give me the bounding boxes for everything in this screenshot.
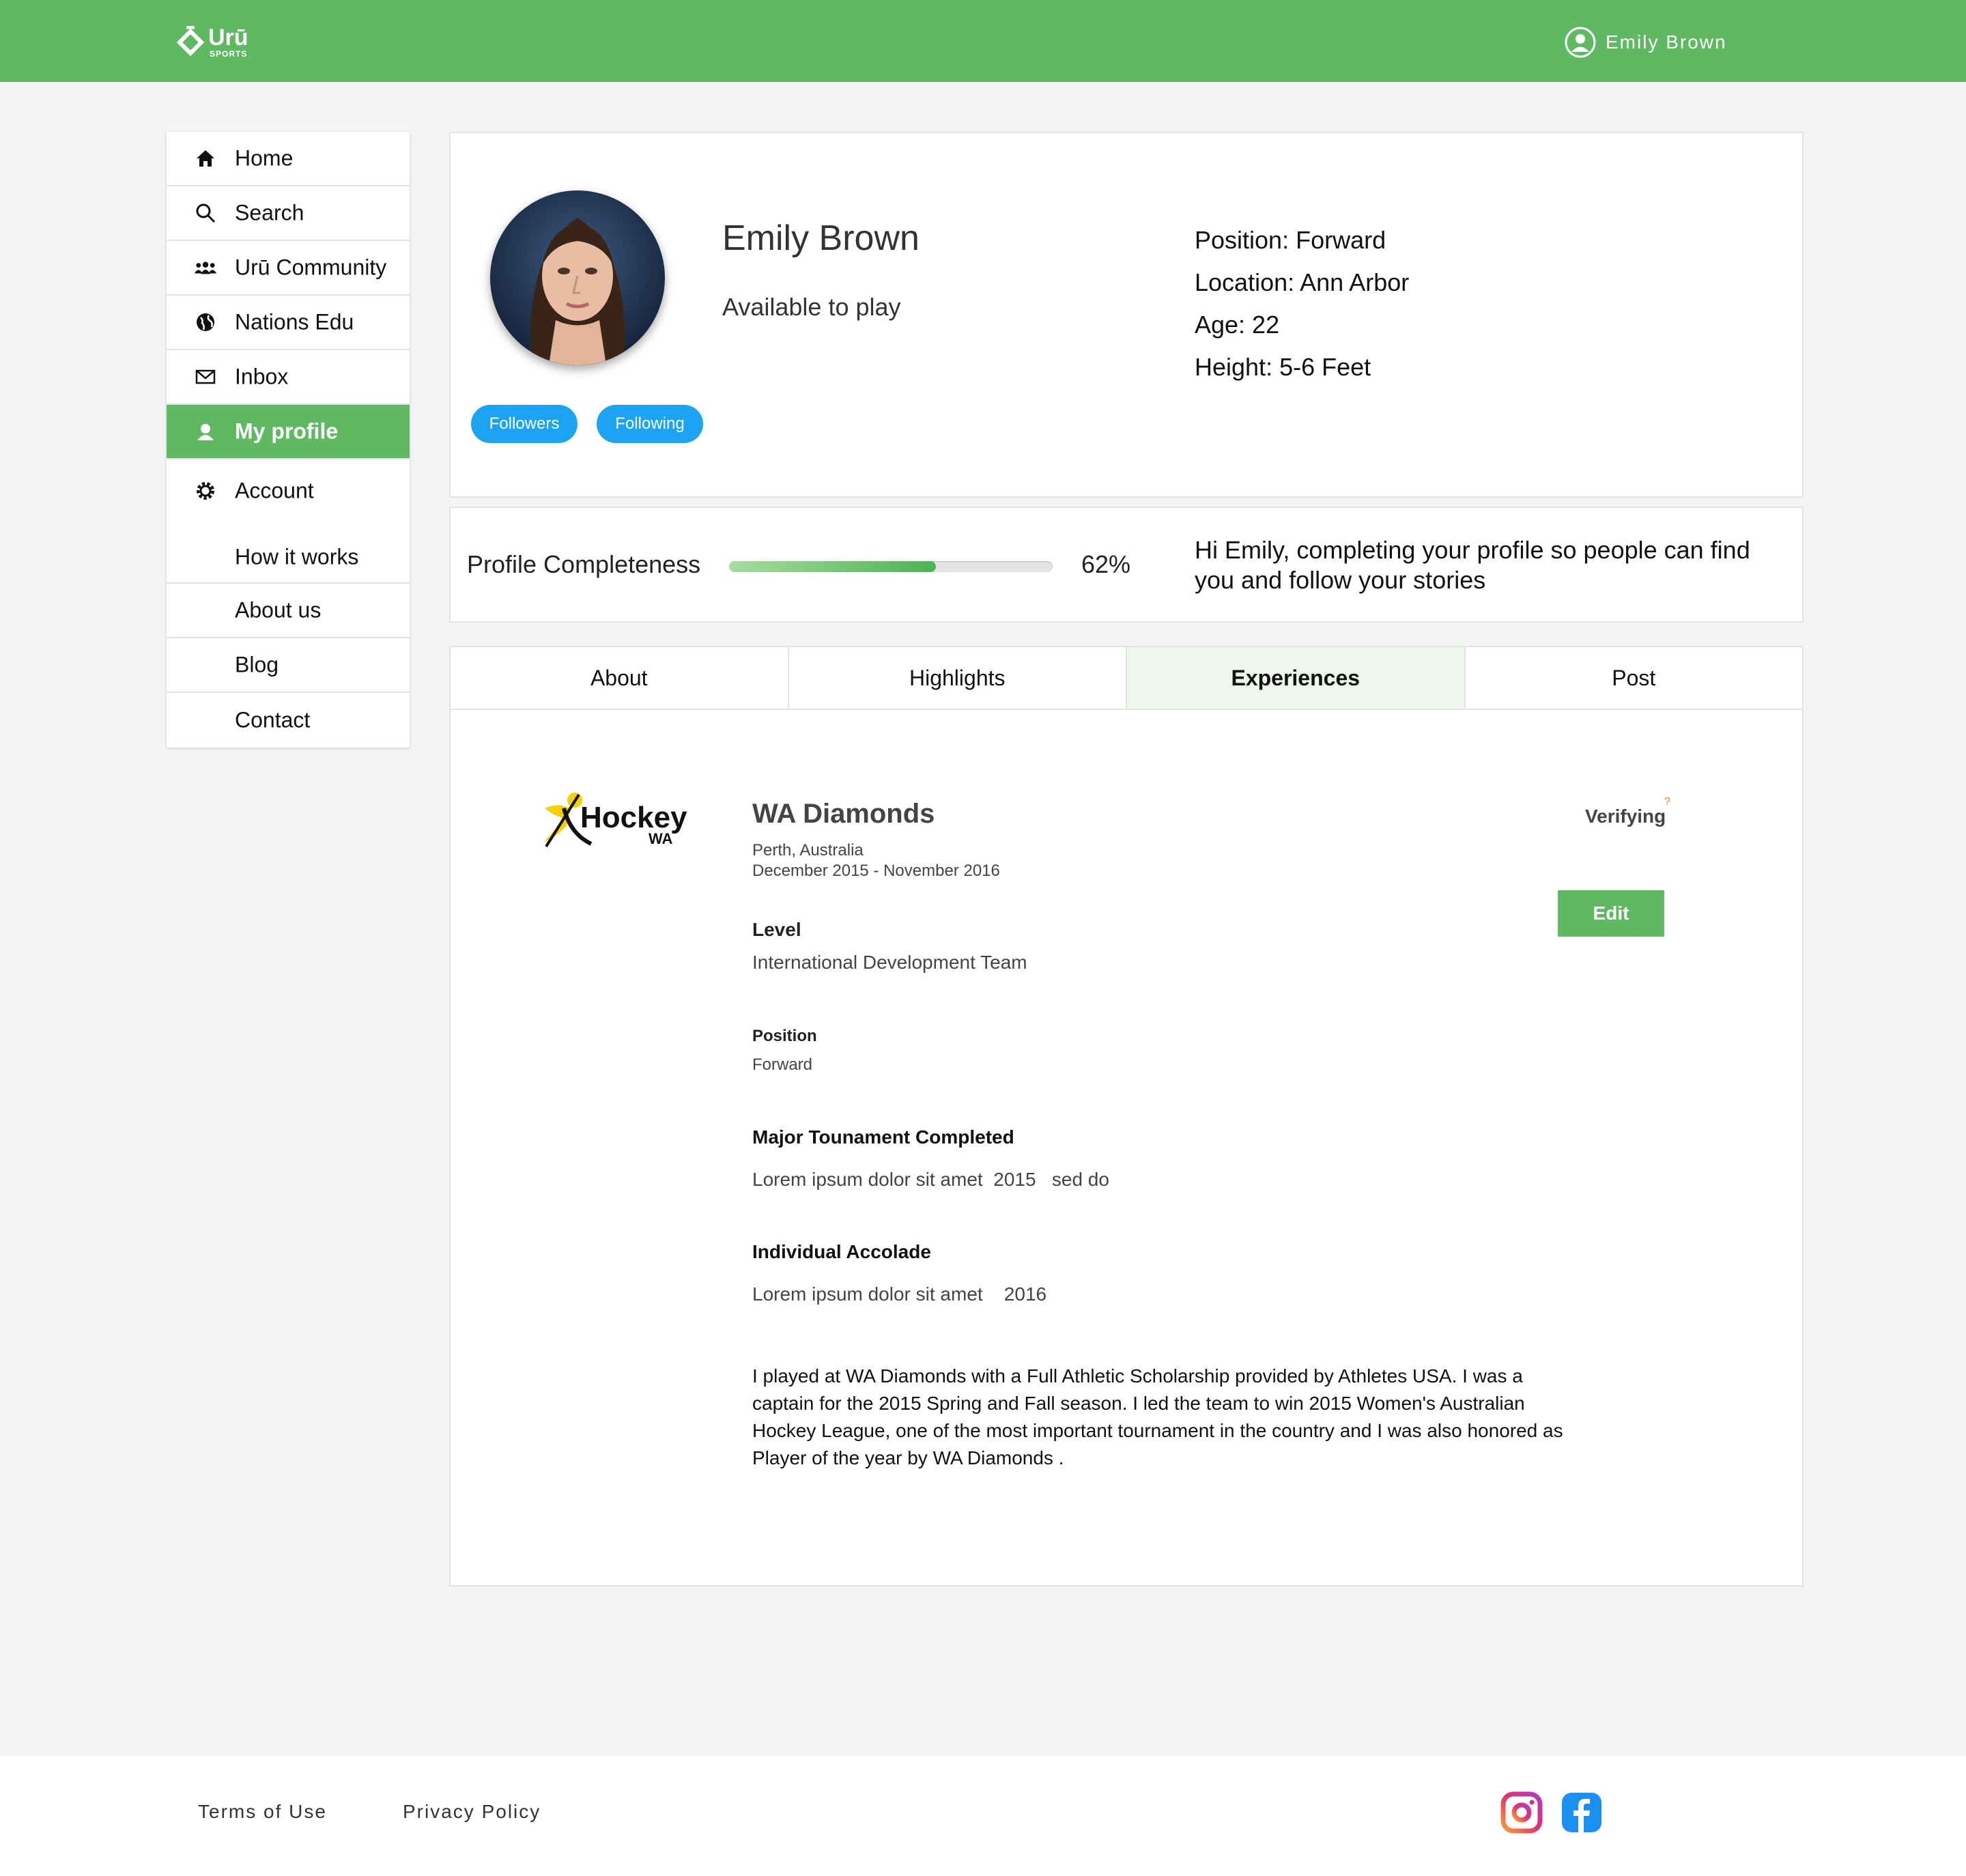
home-icon: [194, 147, 217, 170]
profile-info: Position: Forward Location: Ann Arbor Ag…: [1195, 219, 1409, 388]
accolade-value: Lorem ipsum dolor sit amet 2016: [752, 1283, 1047, 1305]
sidebar-item-my-profile[interactable]: My profile: [167, 405, 410, 459]
profile-photo: [490, 190, 665, 365]
sidebar-item-label: My profile: [235, 418, 339, 444]
verification-status: Verifying: [1585, 806, 1666, 827]
community-icon: [194, 256, 217, 279]
user-icon: [194, 420, 217, 443]
sidebar-item-home[interactable]: Home: [167, 132, 410, 186]
uru-sports-logo[interactable]: Urū SPORTS: [174, 23, 256, 61]
hockey-wa-logo: Hockey WA: [539, 781, 696, 856]
tournament-value: Lorem ipsum dolor sit amet 2015 sed do: [752, 1169, 1109, 1190]
sidebar-item-label: Account: [235, 478, 314, 503]
sidebar-item-label: Inbox: [235, 364, 289, 389]
experience-team-name: WA Diamonds: [752, 799, 935, 829]
experience-dates: December 2015 - November 2016: [752, 862, 1000, 880]
tab-post[interactable]: Post: [1466, 647, 1803, 709]
sidebar-item-inbox[interactable]: Inbox: [167, 350, 410, 405]
sidebar-item-blog[interactable]: Blog: [167, 638, 410, 693]
profile-age: Age: 22: [1195, 311, 1280, 339]
sidebar-item-search[interactable]: Search: [167, 186, 410, 241]
facebook-icon[interactable]: [1561, 1791, 1603, 1834]
sidebar-item-how-it-works[interactable]: How it works: [167, 532, 410, 584]
profile-card: Emily Brown Available to play Followers …: [449, 132, 1804, 498]
sidebar-item-label: Contact: [235, 707, 311, 733]
followers-button[interactable]: Followers: [471, 405, 578, 443]
top-bar: Urū SPORTS Emily Brown: [0, 0, 1966, 82]
sidebar-item-label: How it works: [235, 544, 359, 569]
sidebar-item-label: Urū Community: [235, 255, 387, 280]
sidebar-nav: Home Search Urū Community Nations Edu In…: [167, 132, 410, 748]
privacy-link[interactable]: Privacy Policy: [403, 1801, 541, 1823]
completeness-progress-bar: [729, 561, 1053, 572]
profile-height: Height: 5-6 Feet: [1195, 353, 1371, 381]
experience-description: I played at WA Diamonds with a Full Athl…: [752, 1365, 1563, 1468]
sidebar-item-nations-edu[interactable]: Nations Edu: [167, 296, 410, 350]
tournament-label: Major Tounament Completed: [752, 1126, 1014, 1148]
sidebar-item-label: Nations Edu: [235, 309, 354, 335]
profile-tabs-card: About Highlights Experiences Post Hockey…: [449, 646, 1804, 1587]
logo-mark-icon: [176, 26, 205, 57]
verification-help-icon[interactable]: ?: [1664, 796, 1670, 808]
user-menu[interactable]: Emily Brown: [1565, 25, 1727, 59]
user-name: Emily Brown: [1606, 31, 1727, 53]
completeness-label: Profile Completeness: [467, 550, 701, 578]
profile-location: Location: Ann Arbor: [1195, 268, 1410, 296]
profile-completeness-card: Profile Completeness 62% Hi Emily, compl…: [449, 507, 1804, 623]
gear-icon: [194, 479, 217, 502]
tab-about[interactable]: About: [451, 647, 789, 709]
experience-location: Perth, Australia: [752, 841, 864, 859]
sidebar-item-about-us[interactable]: About us: [167, 584, 410, 638]
instagram-icon[interactable]: [1500, 1791, 1543, 1834]
logo-text: Hockey: [580, 801, 687, 834]
availability-status: Available to play: [722, 293, 901, 321]
following-button[interactable]: Following: [597, 405, 703, 443]
profile-tabs: About Highlights Experiences Post: [451, 647, 1802, 710]
globe-icon: [194, 311, 217, 334]
position-value: Forward: [752, 1055, 813, 1074]
logo-subtext: WA: [649, 830, 673, 847]
completeness-progress-fill: [729, 561, 937, 572]
completeness-percent: 62%: [1081, 550, 1131, 578]
level-label: Level: [752, 919, 801, 940]
position-label: Position: [752, 1027, 817, 1045]
profile-name: Emily Brown: [722, 218, 920, 258]
mail-icon: [194, 365, 217, 388]
search-icon: [194, 201, 217, 225]
footer: Terms of Use Privacy Policy: [0, 1756, 1966, 1876]
sidebar-item-label: Blog: [235, 652, 279, 677]
sidebar-item-label: Search: [235, 200, 304, 225]
terms-link[interactable]: Terms of Use: [198, 1801, 327, 1823]
logo-text: Urū: [208, 25, 248, 51]
sidebar-item-label: About us: [235, 597, 322, 623]
accolade-label: Individual Accolade: [752, 1241, 931, 1262]
completeness-message: Hi Emily, completing your profile so peo…: [1195, 536, 1750, 594]
tab-experiences[interactable]: Experiences: [1127, 647, 1466, 709]
profile-position: Position: Forward: [1195, 226, 1386, 254]
sidebar-item-contact[interactable]: Contact: [167, 693, 410, 748]
level-value: International Development Team: [752, 952, 1027, 973]
sidebar-item-label: Home: [235, 145, 294, 171]
edit-button[interactable]: Edit: [1558, 890, 1664, 937]
sidebar-item-account[interactable]: Account: [167, 459, 410, 532]
logo-subtext: SPORTS: [210, 49, 248, 59]
tab-highlights[interactable]: Highlights: [789, 647, 1127, 709]
sidebar-item-community[interactable]: Urū Community: [167, 241, 410, 296]
user-avatar-icon: [1565, 27, 1596, 58]
